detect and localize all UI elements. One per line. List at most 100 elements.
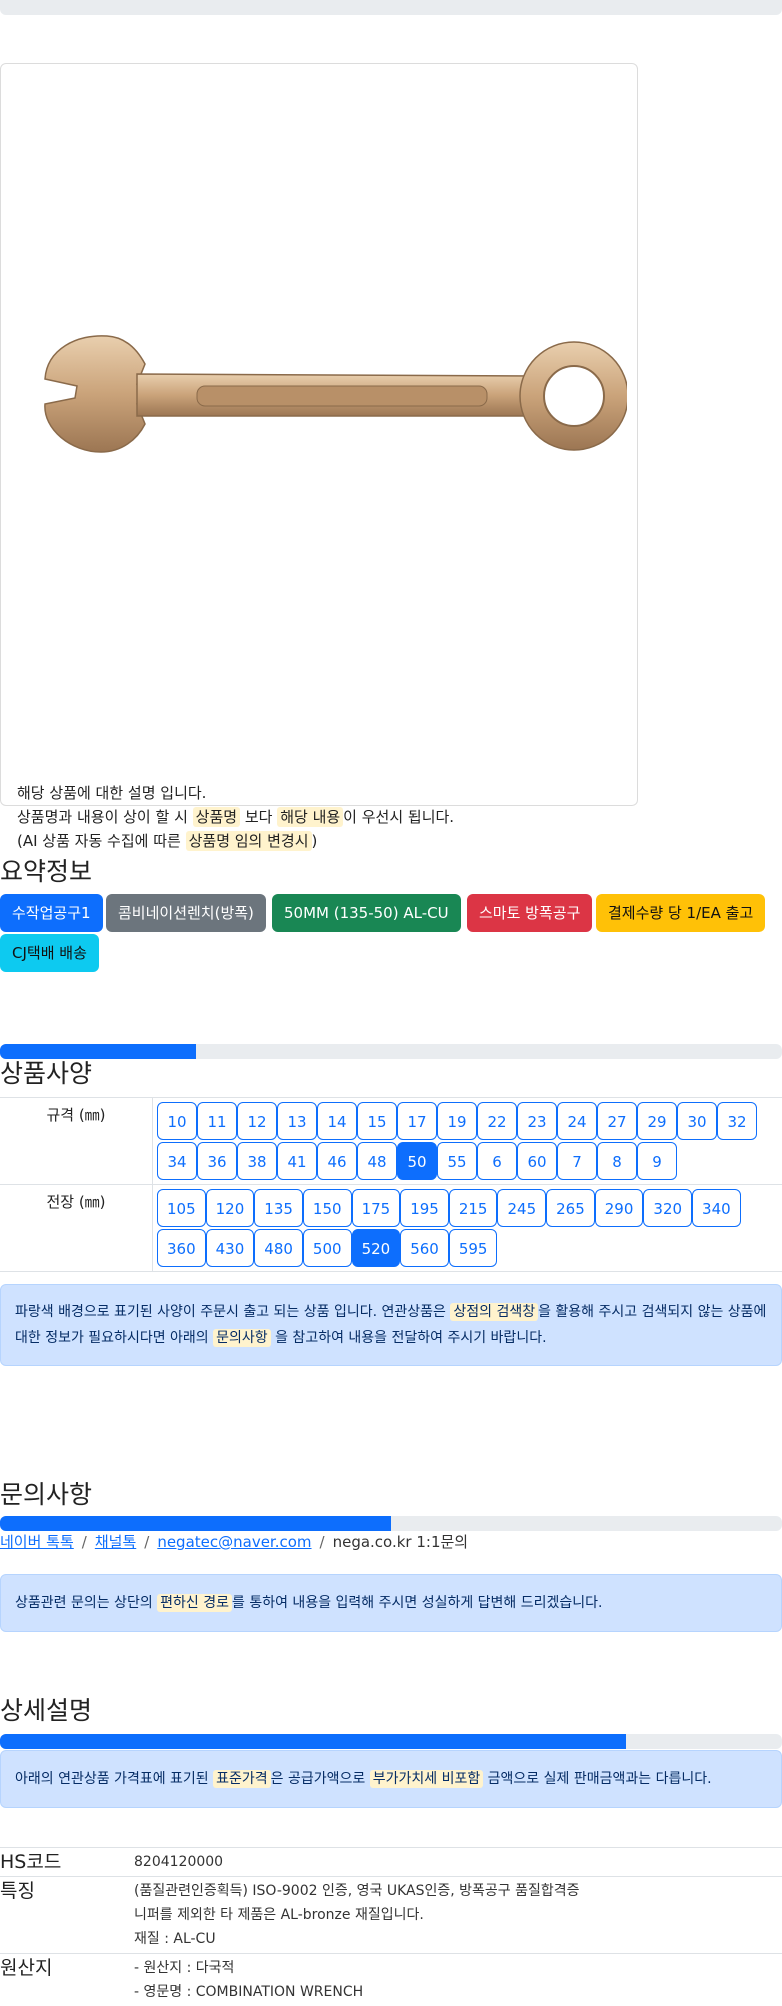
size-option-9[interactable]: 9 — [637, 1142, 677, 1180]
detail-progress-fill — [0, 1734, 626, 1749]
size-option-10[interactable]: 10 — [157, 1102, 197, 1140]
inquiry-progress-bar — [0, 1516, 782, 1531]
length-option-520[interactable]: 520 — [352, 1229, 401, 1267]
size-option-8[interactable]: 8 — [597, 1142, 637, 1180]
info-row-origin: 원산지 - 원산지 : 다국적 - 영문명 : COMBINATION WREN… — [0, 1954, 782, 2006]
size-option-12[interactable]: 12 — [237, 1102, 277, 1140]
spec-title: 상품사양 — [0, 1054, 92, 1090]
length-option-150[interactable]: 150 — [303, 1189, 352, 1227]
detail-progress-bar — [0, 1734, 782, 1749]
badge-delivery[interactable]: CJ택배 배송 — [0, 934, 99, 972]
summary-title: 요약정보 — [0, 852, 92, 888]
size-option-19[interactable]: 19 — [437, 1102, 477, 1140]
top-scroll-bar — [0, 0, 782, 15]
size-option-60[interactable]: 60 — [517, 1142, 557, 1180]
inquiry-notice: 상품관련 문의는 상단의 편하신 경로를 통하여 내용을 입력해 주시면 성실하… — [0, 1574, 782, 1632]
length-option-120[interactable]: 120 — [206, 1189, 255, 1227]
highlight-preferred-route: 편하신 경로 — [157, 1594, 232, 1612]
badge-quantity[interactable]: 결제수량 당 1/EA 출고 — [596, 894, 765, 932]
spec-size-label: 규격 (㎜) — [0, 1098, 153, 1185]
size-option-38[interactable]: 38 — [237, 1142, 277, 1180]
length-option-135[interactable]: 135 — [254, 1189, 303, 1227]
length-option-215[interactable]: 215 — [449, 1189, 498, 1227]
length-option-480[interactable]: 480 — [254, 1229, 303, 1267]
size-option-14[interactable]: 14 — [317, 1102, 357, 1140]
naver-talk-link[interactable]: 네이버 톡톡 — [0, 1533, 74, 1551]
length-option-195[interactable]: 195 — [400, 1189, 449, 1227]
length-option-560[interactable]: 560 — [400, 1229, 449, 1267]
spec-notice: 파랑색 배경으로 표기된 사양이 주문시 출고 되는 상품 입니다. 연관상품은… — [0, 1284, 782, 1366]
size-option-6[interactable]: 6 — [477, 1142, 517, 1180]
size-option-46[interactable]: 46 — [317, 1142, 357, 1180]
length-option-290[interactable]: 290 — [595, 1189, 644, 1227]
hs-code-value: 8204120000 — [134, 1848, 782, 1877]
spec-table: 규격 (㎜) 101112131415171922232427293032343… — [0, 1097, 782, 1272]
spec-length-label: 전장 (㎜) — [0, 1185, 153, 1272]
length-option-245[interactable]: 245 — [497, 1189, 546, 1227]
size-option-30[interactable]: 30 — [677, 1102, 717, 1140]
size-option-13[interactable]: 13 — [277, 1102, 317, 1140]
size-option-23[interactable]: 23 — [517, 1102, 557, 1140]
size-option-27[interactable]: 27 — [597, 1102, 637, 1140]
info-row-feature: 특징 (품질관련인증획득) ISO-9002 인증, 영국 UKAS인증, 방폭… — [0, 1877, 782, 1954]
detail-info-table: HS코드 8204120000 특징 (품질관련인증획득) ISO-9002 인… — [0, 1847, 782, 2006]
hs-code-label: HS코드 — [0, 1848, 134, 1877]
origin-label: 원산지 — [0, 1954, 134, 2006]
length-option-265[interactable]: 265 — [546, 1189, 595, 1227]
detail-title: 상세설명 — [0, 1691, 92, 1727]
contact-breadcrumb: 네이버 톡톡/채널톡/negatec@naver.com/nega.co.kr … — [0, 1531, 468, 1552]
highlight-store-search: 상점의 검색창 — [450, 1303, 538, 1321]
spec-row-length: 전장 (㎜) 105120135150175195215245265290320… — [0, 1185, 782, 1272]
spec-row-size: 규격 (㎜) 101112131415171922232427293032343… — [0, 1098, 782, 1185]
channel-talk-link[interactable]: 채널톡 — [95, 1533, 136, 1551]
badge-product-type[interactable]: 콤비네이션렌치(방폭) — [106, 894, 266, 932]
product-card: 해당 상품에 대한 설명 입니다. 상품명과 내용이 상이 할 시 상품명 보다… — [0, 63, 638, 806]
feature-line-1: (품질관련인증획득) ISO-9002 인증, 영국 UKAS인증, 방폭공구 … — [134, 1879, 782, 1903]
size-option-32[interactable]: 32 — [717, 1102, 757, 1140]
length-option-105[interactable]: 105 — [157, 1189, 206, 1227]
length-option-500[interactable]: 500 — [303, 1229, 352, 1267]
size-option-11[interactable]: 11 — [197, 1102, 237, 1140]
size-option-15[interactable]: 15 — [357, 1102, 397, 1140]
highlight-standard-price: 표준가격 — [213, 1770, 271, 1788]
length-option-320[interactable]: 320 — [643, 1189, 692, 1227]
size-options: 101112131415171922232427293032 3436384146… — [153, 1098, 782, 1185]
inquiry-title: 문의사항 — [0, 1475, 92, 1511]
size-option-24[interactable]: 24 — [557, 1102, 597, 1140]
badge-category[interactable]: 수작업공구1 — [0, 894, 103, 932]
size-option-22[interactable]: 22 — [477, 1102, 517, 1140]
size-option-17[interactable]: 17 — [397, 1102, 437, 1140]
length-options: 1051201351501751952152452652903203403604… — [153, 1185, 782, 1272]
badge-spec[interactable]: 50MM (135-50) AL-CU — [272, 894, 461, 932]
feature-line-2: 니퍼를 제외한 타 제품은 AL-bronze 재질입니다. — [134, 1903, 782, 1927]
highlight-content: 해당 내용 — [277, 807, 343, 827]
origin-line-1: - 원산지 : 다국적 — [134, 1956, 782, 1980]
highlight-name-change: 상품명 임의 변경시 — [186, 831, 312, 851]
spec-progress-bar — [0, 1044, 782, 1059]
size-option-50[interactable]: 50 — [397, 1142, 437, 1180]
length-option-360[interactable]: 360 — [157, 1229, 206, 1267]
badge-brand[interactable]: 스마토 방폭공구 — [467, 894, 592, 932]
combination-wrench-image — [37, 324, 627, 464]
size-option-55[interactable]: 55 — [437, 1142, 477, 1180]
size-option-29[interactable]: 29 — [637, 1102, 677, 1140]
length-option-175[interactable]: 175 — [352, 1189, 401, 1227]
size-option-34[interactable]: 34 — [157, 1142, 197, 1180]
inquiry-progress-fill — [0, 1516, 391, 1531]
origin-line-2: - 영문명 : COMBINATION WRENCH — [134, 1980, 782, 2004]
size-option-36[interactable]: 36 — [197, 1142, 237, 1180]
length-option-430[interactable]: 430 — [206, 1229, 255, 1267]
product-description: 해당 상품에 대한 설명 입니다. 상품명과 내용이 상이 할 시 상품명 보다… — [17, 781, 454, 853]
length-option-595[interactable]: 595 — [449, 1229, 498, 1267]
email-link[interactable]: negatec@naver.com — [157, 1533, 311, 1551]
desc-line-1: 해당 상품에 대한 설명 입니다. — [17, 781, 454, 805]
size-option-41[interactable]: 41 — [277, 1142, 317, 1180]
desc-line-2: 상품명과 내용이 상이 할 시 상품명 보다 해당 내용이 우선시 됩니다. — [17, 805, 454, 829]
feature-label: 특징 — [0, 1877, 134, 1954]
site-inquiry-text: nega.co.kr 1:1문의 — [333, 1533, 469, 1551]
size-option-48[interactable]: 48 — [357, 1142, 397, 1180]
highlight-vat-excluded: 부가가치세 비포함 — [370, 1770, 484, 1788]
detail-notice: 아래의 연관상품 가격표에 표기된 표준가격은 공급가액으로 부가가치세 비포함… — [0, 1750, 782, 1808]
size-option-7[interactable]: 7 — [557, 1142, 597, 1180]
length-option-340[interactable]: 340 — [692, 1189, 741, 1227]
